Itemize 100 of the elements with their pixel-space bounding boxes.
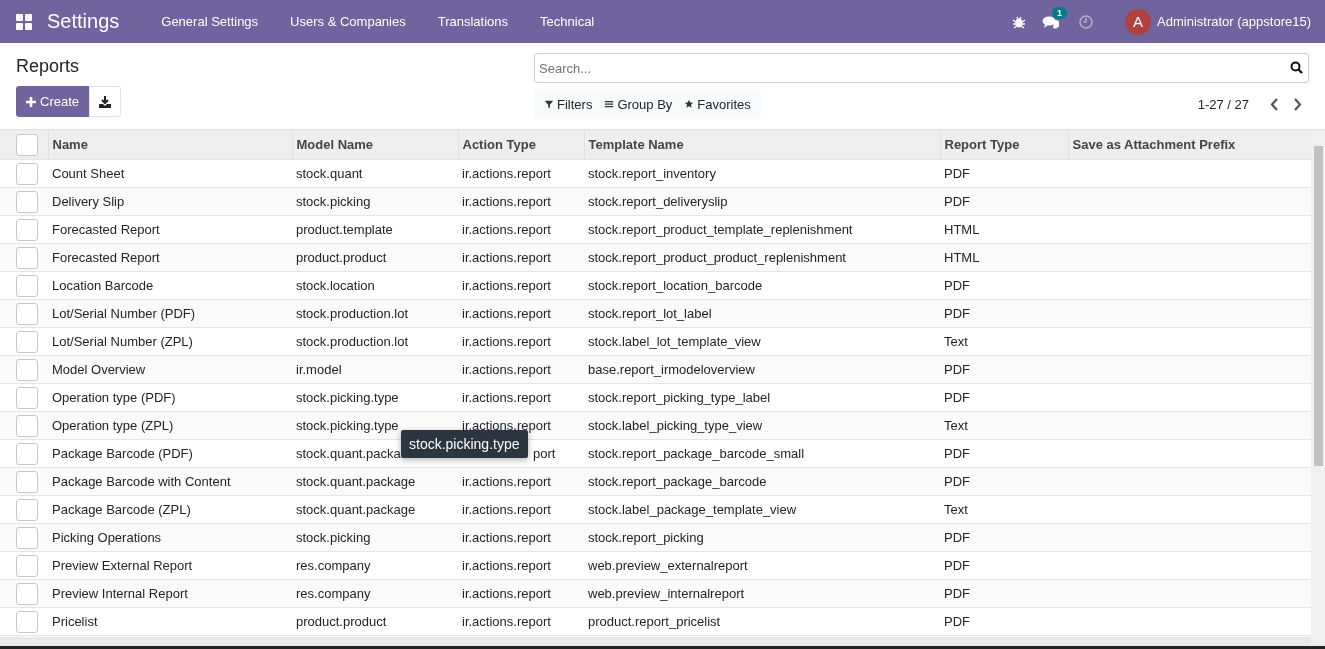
pager-value[interactable]: 1-27 / 27: [1197, 96, 1249, 112]
menu-item[interactable]: Translations: [421, 14, 525, 29]
column-header[interactable]: Model Name: [292, 130, 458, 160]
table-cell: PDF: [944, 166, 970, 181]
table-cell: Package Barcode (PDF): [52, 446, 193, 461]
row-checkbox[interactable]: [16, 582, 38, 605]
column-header[interactable]: Action Type: [458, 130, 584, 160]
filter-menu-button[interactable]: Filters: [538, 96, 599, 112]
menu-item[interactable]: General Settings: [145, 14, 275, 29]
table-cell: Text: [944, 502, 968, 517]
table-cell: stock.report_package_barcode_small: [588, 446, 805, 461]
table-cell: Location Barcode: [52, 278, 154, 293]
search-field[interactable]: Search...: [534, 53, 1309, 83]
horizontal-scrollbar[interactable]: [0, 637, 1311, 646]
filter-icon: [544, 98, 554, 110]
column-header[interactable]: Report Type: [940, 130, 1068, 160]
table-cell: PDF: [944, 530, 970, 545]
scrollbar-track[interactable]: [1311, 130, 1325, 646]
row-checkbox[interactable]: [16, 133, 38, 156]
table-cell: stock.picking.type: [296, 418, 399, 433]
menu-item[interactable]: Technical: [524, 14, 611, 29]
table-cell: ir.actions.report: [462, 166, 551, 181]
list-icon: [604, 98, 615, 110]
table-cell: ir.model: [296, 362, 342, 377]
row-checkbox[interactable]: [16, 386, 38, 409]
filter-menu-button[interactable]: Favorites: [678, 96, 757, 112]
app-title[interactable]: Settings: [41, 10, 126, 33]
previous-page-icon[interactable]: [1270, 97, 1279, 111]
apps-menu-icon[interactable]: [15, 12, 33, 31]
table-cell: Forecasted Report: [52, 250, 160, 265]
table-cell: PDF: [944, 558, 970, 573]
table-cell: web.preview_internalreport: [588, 586, 745, 601]
create-button[interactable]: Create: [16, 86, 90, 117]
table-cell: stock.report_picking: [588, 530, 704, 545]
next-page-icon[interactable]: [1293, 97, 1302, 111]
table-cell: stock.report_lot_label: [588, 306, 712, 321]
table-cell: stock.report_picking_type_label: [588, 390, 771, 405]
row-checkbox[interactable]: [16, 414, 38, 437]
row-checkbox[interactable]: [16, 246, 38, 269]
user-name[interactable]: Administrator (appstore15): [1157, 14, 1311, 29]
row-checkbox[interactable]: [16, 274, 38, 297]
row-checkbox[interactable]: [16, 302, 38, 325]
table-cell: ir.actions.report: [462, 194, 551, 209]
download-icon: [99, 95, 112, 108]
download-button[interactable]: [89, 86, 122, 117]
table-cell: HTML: [944, 222, 980, 237]
table-cell: stock.report_package_barcode: [588, 474, 767, 489]
column-header[interactable]: Name: [48, 130, 292, 160]
table-cell: PDF: [944, 446, 970, 461]
page-title: Reports: [16, 56, 81, 77]
row-checkbox[interactable]: [16, 162, 38, 185]
row-checkbox[interactable]: [16, 470, 38, 493]
filter-menu-button[interactable]: Group By: [598, 96, 679, 112]
table-cell: product.report_pricelist: [588, 614, 721, 629]
chat-icon[interactable]: [1042, 14, 1060, 29]
table-cell: PDF: [944, 194, 970, 209]
table-cell: ir.actions.report: [462, 530, 551, 545]
table-cell: ir.actions.report: [462, 362, 551, 377]
bug-icon[interactable]: [1012, 14, 1027, 29]
scrollbar-thumb[interactable]: [1313, 146, 1323, 466]
column-header[interactable]: Save as Attachment Prefix: [1068, 130, 1311, 160]
row-checkbox[interactable]: [16, 526, 38, 549]
tooltip: stock.picking.type: [401, 430, 528, 458]
table-cell: ir.actions.report: [462, 586, 551, 601]
table-cell: PDF: [944, 306, 970, 321]
message-count-badge: 1: [1052, 6, 1068, 19]
row-checkbox[interactable]: [16, 442, 38, 465]
row-checkbox[interactable]: [16, 610, 38, 633]
table-cell: Model Overview: [52, 362, 146, 377]
table-cell: product.product: [296, 250, 387, 265]
table-cell: Package Barcode (ZPL): [52, 502, 191, 517]
table-cell: ir.actions.report: [462, 334, 551, 349]
table-cell: stock.report_inventory: [588, 166, 716, 181]
table-cell: Lot/Serial Number (PDF): [52, 306, 196, 321]
row-checkbox[interactable]: [16, 218, 38, 241]
clock-icon[interactable]: [1079, 14, 1094, 29]
table-cell: HTML: [944, 250, 980, 265]
menu-item[interactable]: Users & Companies: [274, 14, 422, 29]
table-cell: PDF: [944, 362, 970, 377]
table-cell: stock.label_package_template_view: [588, 502, 797, 517]
table-cell: ir.actions.report: [462, 250, 551, 265]
table-cell: stock.report_product_template_replenishment: [588, 222, 853, 237]
user-avatar[interactable]: A: [1125, 8, 1152, 35]
table-cell: stock.quant.packa: [296, 446, 401, 461]
table-cell: stock.label_lot_template_view: [588, 334, 761, 349]
table-cell: stock.quant.package: [296, 502, 416, 517]
column-header[interactable]: Template Name: [584, 130, 940, 160]
table-cell: Preview Internal Report: [52, 586, 188, 601]
table-cell: stock.location: [296, 278, 375, 293]
row-checkbox[interactable]: [16, 190, 38, 213]
row-checkbox[interactable]: [16, 554, 38, 577]
table-cell: stock.production.lot: [296, 334, 408, 349]
table-cell: product.product: [296, 614, 387, 629]
plus-icon: [26, 96, 36, 107]
row-checkbox[interactable]: [16, 330, 38, 353]
search-icon[interactable]: [1290, 61, 1303, 74]
table-cell: Text: [944, 334, 968, 349]
table-cell: stock.picking: [296, 530, 371, 545]
row-checkbox[interactable]: [16, 498, 38, 521]
row-checkbox[interactable]: [16, 358, 38, 381]
